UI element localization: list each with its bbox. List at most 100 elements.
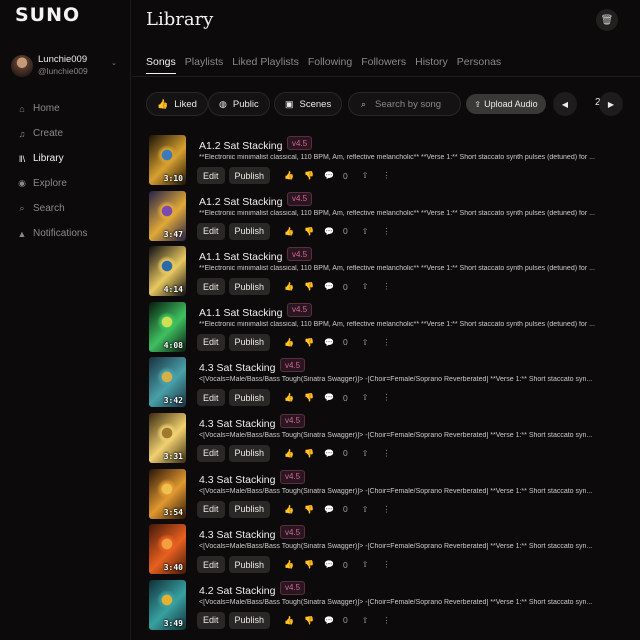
edit-button[interactable]: Edit [197, 222, 225, 240]
scenes-filter-button[interactable]: ▣ Scenes [274, 92, 343, 116]
song-title[interactable]: A1.1 Sat Stacking [199, 307, 282, 319]
sidebar-item-create[interactable]: ♫ Create [16, 121, 87, 146]
dislike-icon[interactable]: 👎 [304, 227, 314, 236]
edit-button[interactable]: Edit [197, 611, 225, 629]
comment-icon[interactable]: 💬 [324, 560, 334, 569]
edit-button[interactable]: Edit [197, 389, 225, 407]
song-title[interactable]: A1.2 Sat Stacking [199, 140, 282, 152]
comment-icon[interactable]: 💬 [324, 505, 334, 514]
tab-history[interactable]: History [415, 56, 448, 74]
share-icon[interactable]: ⇧ [362, 171, 369, 180]
tab-followers[interactable]: Followers [361, 56, 406, 74]
edit-button[interactable]: Edit [197, 500, 225, 518]
publish-button[interactable]: Publish [228, 611, 271, 629]
comment-icon[interactable]: 💬 [324, 338, 334, 347]
edit-button[interactable]: Edit [197, 167, 225, 184]
tab-personas[interactable]: Personas [457, 56, 501, 74]
edit-button[interactable]: Edit [197, 278, 225, 296]
comment-icon[interactable]: 💬 [324, 227, 334, 236]
upload-audio-button[interactable]: ⇪ Upload Audio [466, 94, 546, 114]
share-icon[interactable]: ⇧ [362, 560, 369, 569]
edit-button[interactable]: Edit [197, 333, 225, 351]
share-icon[interactable]: ⇧ [362, 393, 369, 402]
comment-icon[interactable]: 💬 [324, 616, 334, 625]
dislike-icon[interactable]: 👎 [304, 282, 314, 291]
like-icon[interactable]: 👍 [284, 616, 294, 625]
sidebar-item-library[interactable]: ‖\ Library [16, 146, 87, 171]
more-options-icon[interactable]: ⋮ [382, 560, 390, 569]
more-options-icon[interactable]: ⋮ [382, 616, 390, 625]
suno-logo[interactable]: SUNO [15, 4, 80, 26]
song-title[interactable]: 4.3 Sat Stacking [199, 418, 275, 430]
comment-icon[interactable]: 💬 [324, 171, 334, 180]
cover-art[interactable]: 3:31 [149, 412, 186, 463]
share-icon[interactable]: ⇧ [362, 449, 369, 458]
trash-button[interactable]: 🗑 [596, 9, 618, 31]
more-options-icon[interactable]: ⋮ [382, 393, 390, 402]
like-icon[interactable]: 👍 [284, 393, 294, 402]
dislike-icon[interactable]: 👎 [304, 449, 314, 458]
public-filter-button[interactable]: ◍ Public [208, 92, 270, 116]
more-options-icon[interactable]: ⋮ [382, 227, 390, 236]
more-options-icon[interactable]: ⋮ [382, 282, 390, 291]
cover-art[interactable]: 3:42 [149, 357, 186, 408]
publish-button[interactable]: Publish [228, 444, 271, 462]
liked-filter-button[interactable]: 👍 Liked [146, 92, 208, 116]
comment-icon[interactable]: 💬 [324, 393, 334, 402]
cover-art[interactable]: 4:08 [149, 301, 186, 352]
publish-button[interactable]: Publish [228, 222, 271, 240]
prev-page-button[interactable]: ◀ [553, 92, 577, 116]
sidebar-item-notifications[interactable]: ▲ Notifications [16, 221, 88, 246]
more-options-icon[interactable]: ⋮ [382, 449, 390, 458]
share-icon[interactable]: ⇧ [362, 282, 369, 291]
next-page-button[interactable]: ▶ [599, 92, 623, 116]
like-icon[interactable]: 👍 [284, 171, 294, 180]
publish-button[interactable]: Publish [228, 167, 271, 184]
share-icon[interactable]: ⇧ [362, 616, 369, 625]
like-icon[interactable]: 👍 [284, 560, 294, 569]
song-title[interactable]: 4.3 Sat Stacking [199, 362, 275, 374]
edit-button[interactable]: Edit [197, 556, 225, 574]
publish-button[interactable]: Publish [228, 389, 271, 407]
song-title[interactable]: A1.2 Sat Stacking [199, 196, 282, 208]
publish-button[interactable]: Publish [228, 500, 271, 518]
cover-art[interactable]: 3:40 [149, 524, 186, 575]
cover-art[interactable]: 3:54 [149, 468, 186, 519]
profile-menu[interactable]: Lunchie009 @lunchie009 ⌄ [11, 53, 123, 81]
song-title[interactable]: 4.2 Sat Stacking [199, 585, 275, 597]
tab-songs[interactable]: Songs [146, 56, 176, 74]
sidebar-item-home[interactable]: ⌂ Home [16, 96, 87, 121]
edit-button[interactable]: Edit [197, 444, 225, 462]
more-options-icon[interactable]: ⋮ [382, 171, 390, 180]
like-icon[interactable]: 👍 [284, 227, 294, 236]
comment-icon[interactable]: 💬 [324, 282, 334, 291]
publish-button[interactable]: Publish [228, 556, 271, 574]
more-options-icon[interactable]: ⋮ [382, 338, 390, 347]
sidebar-item-search[interactable]: ⌕ Search [16, 196, 87, 221]
dislike-icon[interactable]: 👎 [304, 560, 314, 569]
share-icon[interactable]: ⇧ [362, 338, 369, 347]
song-title[interactable]: A1.1 Sat Stacking [199, 251, 282, 263]
cover-art[interactable]: 4:14 [149, 246, 186, 297]
search-input[interactable] [375, 98, 456, 110]
publish-button[interactable]: Publish [228, 333, 271, 351]
song-title[interactable]: 4.3 Sat Stacking [199, 529, 275, 541]
like-icon[interactable]: 👍 [284, 282, 294, 291]
share-icon[interactable]: ⇧ [362, 505, 369, 514]
like-icon[interactable]: 👍 [284, 449, 294, 458]
dislike-icon[interactable]: 👎 [304, 171, 314, 180]
like-icon[interactable]: 👍 [284, 338, 294, 347]
song-title[interactable]: 4.3 Sat Stacking [199, 474, 275, 486]
cover-art[interactable]: 3:49 [149, 579, 186, 630]
tab-following[interactable]: Following [308, 56, 352, 74]
publish-button[interactable]: Publish [228, 278, 271, 296]
comment-icon[interactable]: 💬 [324, 449, 334, 458]
share-icon[interactable]: ⇧ [362, 227, 369, 236]
tab-liked-playlists[interactable]: Liked Playlists [232, 56, 299, 74]
more-options-icon[interactable]: ⋮ [382, 505, 390, 514]
dislike-icon[interactable]: 👎 [304, 393, 314, 402]
sidebar-item-explore[interactable]: ◉ Explore [16, 171, 87, 196]
tab-playlists[interactable]: Playlists [185, 56, 224, 74]
dislike-icon[interactable]: 👎 [304, 338, 314, 347]
like-icon[interactable]: 👍 [284, 505, 294, 514]
